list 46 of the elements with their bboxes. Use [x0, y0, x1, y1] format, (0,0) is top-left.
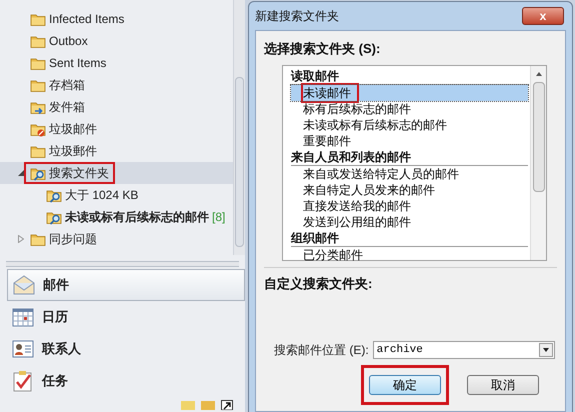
- folder-label[interactable]: 垃圾邮件: [49, 120, 97, 138]
- location-dropdown[interactable]: archive: [372, 341, 555, 359]
- folder-label[interactable]: 未读或标有后续标志的邮件: [65, 208, 209, 226]
- list-item[interactable]: 直接发送给我的邮件: [291, 198, 528, 214]
- nav-button[interactable]: 联系人: [7, 333, 245, 365]
- section-label: 选择搜索文件夹 (S):: [264, 40, 382, 58]
- calendar-icon: [12, 307, 34, 327]
- group-heading: 组织邮件: [291, 230, 528, 246]
- nav-button[interactable]: 邮件: [7, 269, 245, 301]
- dialog-button[interactable]: 取消: [467, 375, 539, 395]
- list-item[interactable]: 未读或标有后续标志的邮件: [291, 116, 528, 132]
- group-heading: 来自人员和列表的邮件: [291, 148, 528, 166]
- unread-count: [8]: [212, 209, 226, 226]
- dialog-button[interactable]: 确定: [369, 375, 441, 395]
- field-label: 搜索邮件位置 (E):: [274, 342, 369, 359]
- list-item[interactable]: 发送到公用组的邮件: [291, 214, 528, 230]
- dropdown-caret-icon[interactable]: [538, 343, 553, 357]
- folder-label[interactable]: Sent Items: [49, 54, 106, 72]
- list-item[interactable]: 来自或发送给特定人员的邮件: [291, 166, 528, 182]
- section-label: 自定义搜索文件夹:: [264, 274, 374, 292]
- folder-label[interactable]: 存档箱: [49, 76, 85, 94]
- expanded-caret-icon[interactable]: [18, 170, 24, 176]
- dialog-title: 新建搜索文件夹: [255, 8, 340, 25]
- folder-label[interactable]: 垃圾郵件: [49, 142, 97, 160]
- folder-label[interactable]: 同步问题: [49, 230, 97, 248]
- clipboard-check-icon: [12, 370, 34, 392]
- collapsed-caret-icon[interactable]: [18, 235, 24, 243]
- nav-button[interactable]: 任务: [7, 365, 245, 397]
- folder-label[interactable]: Outbox: [49, 32, 88, 50]
- list-item[interactable]: 已分类邮件: [291, 246, 528, 262]
- envelope-icon: [13, 275, 35, 295]
- list-item[interactable]: 来自特定人员发来的邮件: [291, 182, 528, 198]
- close-button[interactable]: x: [522, 7, 564, 25]
- list-item[interactable]: 重要邮件: [291, 132, 528, 148]
- list-item[interactable]: 标有后续标志的邮件: [291, 100, 528, 116]
- nav-button[interactable]: 日历: [7, 301, 245, 333]
- shortcut-icon[interactable]: [221, 400, 233, 410]
- folder-label[interactable]: 发件箱: [49, 98, 85, 116]
- contact-card-icon: [12, 339, 34, 359]
- list-item[interactable]: 未读邮件: [291, 84, 528, 100]
- scroll-up-icon[interactable]: [534, 70, 542, 78]
- scrollbar[interactable]: [233, 0, 245, 255]
- scrollbar[interactable]: [530, 66, 546, 260]
- folder-label[interactable]: Infected Items: [49, 10, 124, 28]
- highlight-frame: 未读邮件: [303, 84, 357, 100]
- folder-label[interactable]: 大于 1024 KB: [65, 186, 138, 204]
